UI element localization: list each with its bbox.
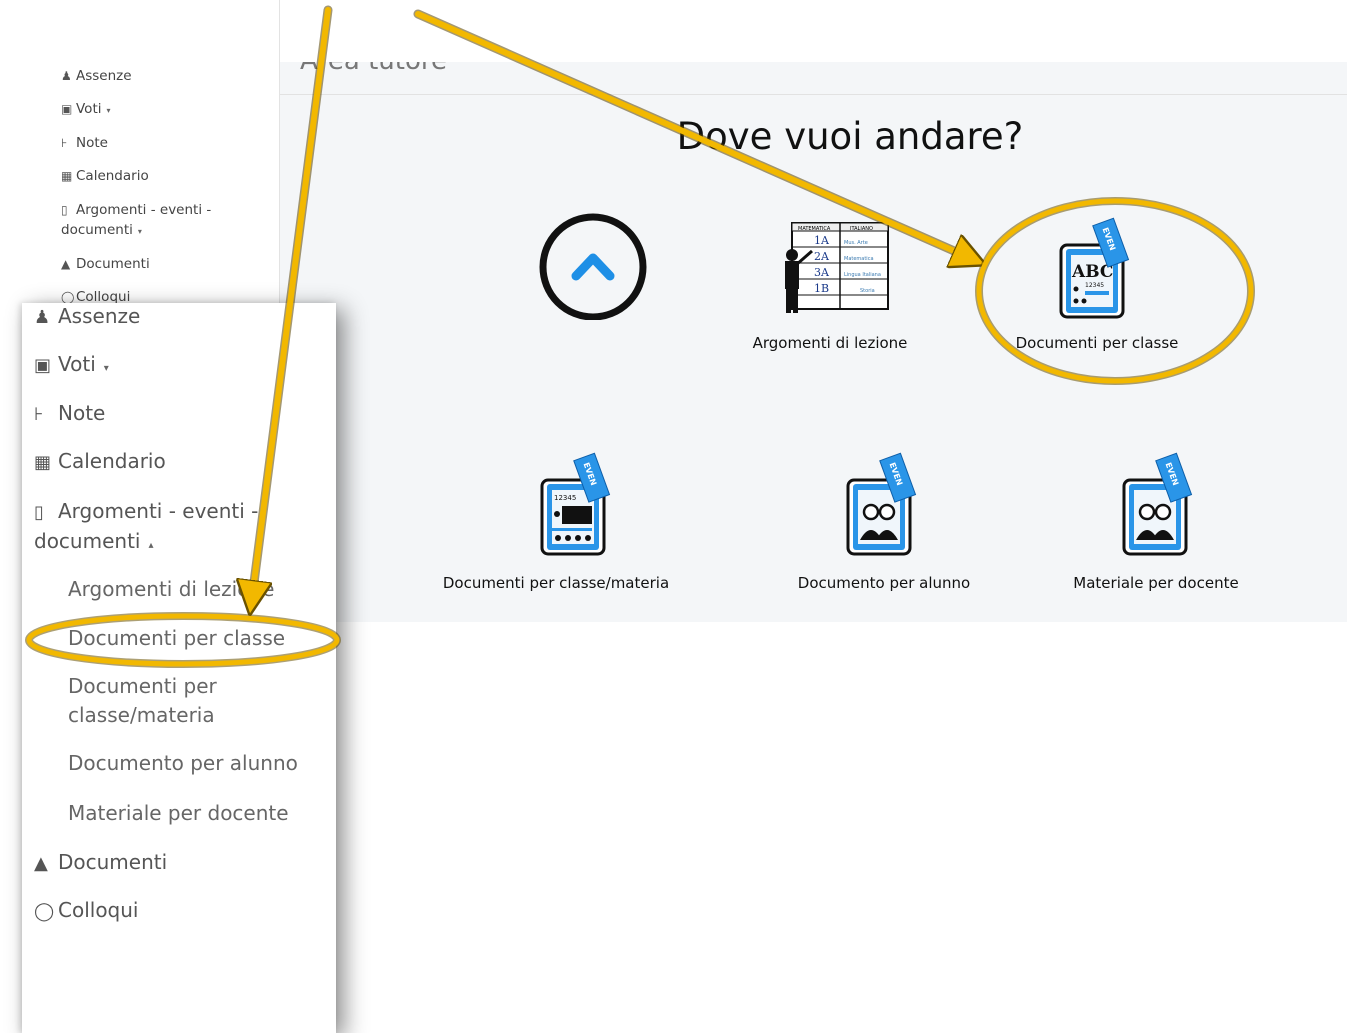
headline: Dove vuoi andare? (676, 115, 1024, 158)
sidebar-item-argomenti[interactable]: ▯ Argomenti - eventi - documenti ▴ (34, 497, 258, 560)
caret-down-icon: ▾ (106, 106, 111, 115)
sidebar-background: ♟ Assenze ▣ Voti ▾ ⊦ Note ▦ Calendario ▯ Argom… (0, 0, 280, 310)
tile-label: Documento per alunno (797, 574, 971, 592)
board-header-1: MATEMATICA (798, 226, 831, 232)
sidebar-item-voti[interactable]: ▣ Voti ▾ (34, 350, 109, 383)
sidebar-item-note[interactable]: ⊦ Note (61, 133, 108, 153)
class-numbers: 12345 (554, 494, 576, 502)
sidebar-item-assenze[interactable]: ♟ Assenze (61, 66, 132, 86)
bank-icon: ▣ (34, 355, 52, 376)
user-icon: ♟ (61, 69, 72, 83)
tile-materiale-per-docente[interactable]: EVEN Materiale per docente (1073, 450, 1239, 592)
sidebar-item-documenti[interactable]: ▲ Documenti (61, 254, 150, 274)
submenu-materiale-per-docente[interactable]: Materiale per docente (68, 799, 289, 828)
page-header: Area tutore (280, 62, 1347, 95)
pin-icon: ⊦ (61, 136, 68, 150)
sidebar-item-colloqui[interactable]: ◯ Colloqui (34, 896, 138, 926)
chat-icon: ◯ (34, 901, 55, 922)
tile-argomenti-di-lezione[interactable]: MATEMATICA ITALIANO 1A 2A 3A 1B Mus. Art… (753, 221, 907, 352)
abc-numbers: 12345 (1085, 282, 1104, 289)
sidebar-item-argomenti[interactable]: ▯ Argomenti - eventi - documenti ▾ (61, 200, 211, 242)
sidebar-item-calendario[interactable]: ▦ Calendario (34, 447, 166, 477)
caret-down-icon: ▾ (103, 363, 109, 374)
caret-up-icon: ▴ (148, 540, 154, 551)
board-row-1: 1A (814, 234, 830, 247)
sidebar-item-calendario[interactable]: ▦ Calendario (61, 166, 149, 186)
tile-label: Documenti per classe/materia (442, 574, 670, 592)
caret-down-icon: ▾ (137, 227, 142, 236)
abc-document-icon: ABC 12345 EVEN (1059, 217, 1130, 319)
bank-icon: ▣ (61, 102, 73, 116)
folder-open-icon: ▯ (34, 502, 44, 523)
graduation-cap-icon: ▲ (61, 257, 71, 271)
sidebar-item-note[interactable]: ⊦ Note (34, 399, 105, 429)
board-row-3: 3A (814, 266, 830, 279)
user-icon: ♟ (34, 307, 51, 328)
sidebar-item-assenze[interactable]: ♟ Assenze (34, 302, 140, 332)
submenu-documento-per-alunno[interactable]: Documento per alunno (68, 749, 298, 778)
student-document-icon: EVEN (846, 452, 917, 556)
board-row-2: 2A (814, 250, 830, 263)
graduation-cap-icon: ▲ (34, 853, 48, 874)
teacher-material-icon: EVEN (1122, 452, 1193, 556)
sidebar-item-voti[interactable]: ▣ Voti ▾ (61, 99, 111, 121)
page-title: Area tutore (300, 62, 447, 76)
pin-icon: ⊦ (34, 404, 44, 425)
tile-label: Materiale per docente (1073, 574, 1239, 592)
board-subject-2: Matematica (844, 256, 874, 262)
board-subject-1: Mus. Arte (844, 240, 868, 246)
tile-label: Argomenti di lezione (752, 334, 908, 352)
submenu-documenti-per-classe-materia[interactable]: Documenti per classe/materia (68, 672, 217, 730)
teacher-board-icon: MATEMATICA ITALIANO 1A 2A 3A 1B Mus. Art… (784, 222, 889, 313)
board-subject-4: Storia (860, 288, 875, 294)
board-row-4: 1B (814, 282, 829, 295)
folder-open-icon: ▯ (61, 203, 68, 217)
main-content: Dove vuoi andare? MATEMATICA ITALIANO 1A… (280, 95, 1347, 622)
board-header-2: ITALIANO (850, 226, 873, 232)
submenu-argomenti-di-lezione[interactable]: Argomenti di lezione (68, 575, 274, 604)
sidebar-zoom-panel: ♟ Assenze ▣ Voti ▾ ⊦ Note ▦ Calendario ▯ Argom… (22, 303, 336, 1033)
back-to-top-icon (539, 213, 647, 321)
calendar-icon: ▦ (34, 452, 52, 473)
submenu-documenti-per-classe[interactable]: Documenti per classe (68, 624, 285, 653)
back-to-top-button[interactable] (538, 210, 648, 321)
sidebar-item-documenti[interactable]: ▲ Documenti (34, 848, 167, 878)
class-subject-document-icon: 12345 EVEN (540, 452, 611, 556)
calendar-icon: ▦ (61, 169, 73, 183)
tile-documenti-per-classe[interactable]: ABC 12345 EVEN Documenti per classe (1016, 215, 1178, 352)
tile-documento-per-alunno[interactable]: EVEN Documento per alunno (798, 450, 970, 592)
tile-label: Documenti per classe (1015, 334, 1179, 352)
tile-documenti-per-classe-materia[interactable]: 12345 EVEN Documenti per classe/materia (443, 450, 669, 592)
board-subject-3: Lingua Italiana (844, 272, 881, 278)
